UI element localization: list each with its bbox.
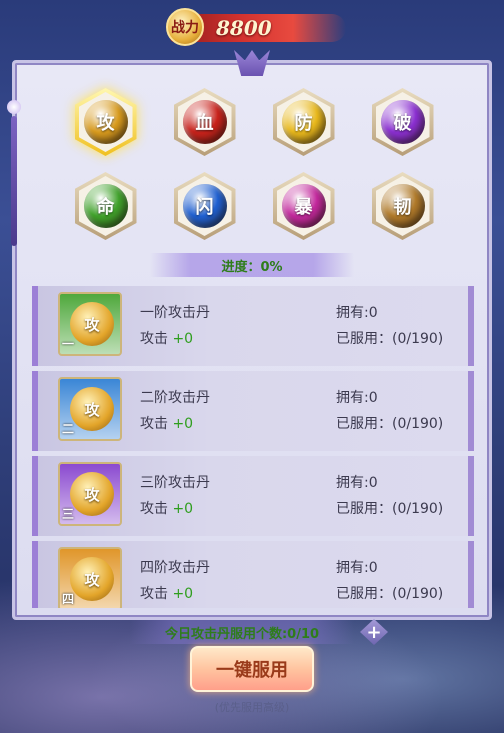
pill-orb-icon: 攻 <box>70 557 114 601</box>
attr-label: 攻击 <box>140 501 168 517</box>
pill-icon[interactable]: 攻 四 <box>58 547 122 608</box>
pill-name: 三阶攻击丹 <box>140 475 210 491</box>
used-count: 已服用：(0/190) <box>336 586 444 602</box>
gem-crit[interactable]: 暴 <box>272 172 335 240</box>
pill-icon[interactable]: 攻 三 <box>58 462 122 526</box>
gem-orb-icon: 防 <box>281 100 326 144</box>
gem-orb-icon: 韧 <box>380 184 425 228</box>
attr-bonus: +0 <box>172 331 194 347</box>
gem-orb-icon: 暴 <box>281 184 326 228</box>
gem-orb-icon: 破 <box>380 100 425 144</box>
gem-orb-icon: 攻 <box>83 100 128 144</box>
tier-label: 一 <box>62 337 75 351</box>
pill-icon[interactable]: 攻 二 <box>58 377 122 441</box>
pill-attr: 攻击 +0 <box>140 328 193 348</box>
used-count: 已服用：(0/190) <box>336 331 444 347</box>
daily-usage-text: 今日攻击丹服用个数:0/10 <box>130 620 354 644</box>
gem-pierce[interactable]: 破 <box>371 88 434 156</box>
gem-hit[interactable]: 命 <box>74 172 137 240</box>
attr-label: 攻击 <box>140 331 168 347</box>
pill-icon[interactable]: 攻 一 <box>58 292 122 356</box>
use-all-button[interactable]: 一键服用 <box>190 646 314 692</box>
pill-attr: 攻击 +0 <box>140 583 193 603</box>
pill-name: 四阶攻击丹 <box>140 560 210 576</box>
attr-label: 攻击 <box>140 416 168 432</box>
use-all-note: (优先服用高级) <box>214 701 290 714</box>
list-item: 攻 二 二阶攻击丹 攻击 +0 拥有:0 已服用：(0/190) <box>32 371 474 451</box>
attr-bonus: +0 <box>172 416 194 432</box>
pill-attr: 攻击 +0 <box>140 498 193 518</box>
attr-bonus: +0 <box>172 501 194 517</box>
gem-dodge[interactable]: 闪 <box>173 172 236 240</box>
owned-count: 拥有:0 <box>336 560 378 576</box>
power-value: 8800 <box>216 16 272 40</box>
combat-power-banner: 战力 8800 <box>150 6 346 46</box>
list-item: 攻 一 一阶攻击丹 攻击 +0 拥有:0 已服用：(0/190) <box>32 286 474 366</box>
pill-name: 二阶攻击丹 <box>140 390 210 406</box>
gem-attack[interactable]: 攻 <box>74 88 137 156</box>
list-item: 攻 四 四阶攻击丹 攻击 +0 拥有:0 已服用：(0/190) <box>32 541 474 608</box>
pill-orb-icon: 攻 <box>70 472 114 516</box>
attr-label: 攻击 <box>140 586 168 602</box>
pill-orb-icon: 攻 <box>70 302 114 346</box>
gem-toughness[interactable]: 韧 <box>371 172 434 240</box>
power-emblem-icon: 战力 <box>166 8 204 46</box>
pill-name: 一阶攻击丹 <box>140 305 210 321</box>
used-count: 已服用：(0/190) <box>336 501 444 517</box>
pill-list[interactable]: 攻 一 一阶攻击丹 攻击 +0 拥有:0 已服用：(0/190) 攻 二 二阶攻… <box>32 286 474 608</box>
owned-count: 拥有:0 <box>336 390 378 406</box>
gem-orb-icon: 闪 <box>182 184 227 228</box>
gem-grid: 攻 血 防 破 命 闪 暴 韧 <box>56 88 452 248</box>
gem-defense[interactable]: 防 <box>272 88 335 156</box>
owned-count: 拥有:0 <box>336 305 378 321</box>
gem-orb-icon: 命 <box>83 184 128 228</box>
pill-orb-icon: 攻 <box>70 387 114 431</box>
tier-label: 二 <box>62 422 75 436</box>
tier-label: 三 <box>62 507 75 521</box>
gem-orb-icon: 血 <box>182 100 227 144</box>
list-item: 攻 三 三阶攻击丹 攻击 +0 拥有:0 已服用：(0/190) <box>32 456 474 536</box>
gem-hp[interactable]: 血 <box>173 88 236 156</box>
side-charm-icon <box>4 100 24 260</box>
tier-label: 四 <box>62 592 75 606</box>
attr-bonus: +0 <box>172 586 194 602</box>
progress-text: 进度：0% <box>150 253 354 277</box>
owned-count: 拥有:0 <box>336 475 378 491</box>
used-count: 已服用：(0/190) <box>336 416 444 432</box>
pill-attr: 攻击 +0 <box>140 413 193 433</box>
